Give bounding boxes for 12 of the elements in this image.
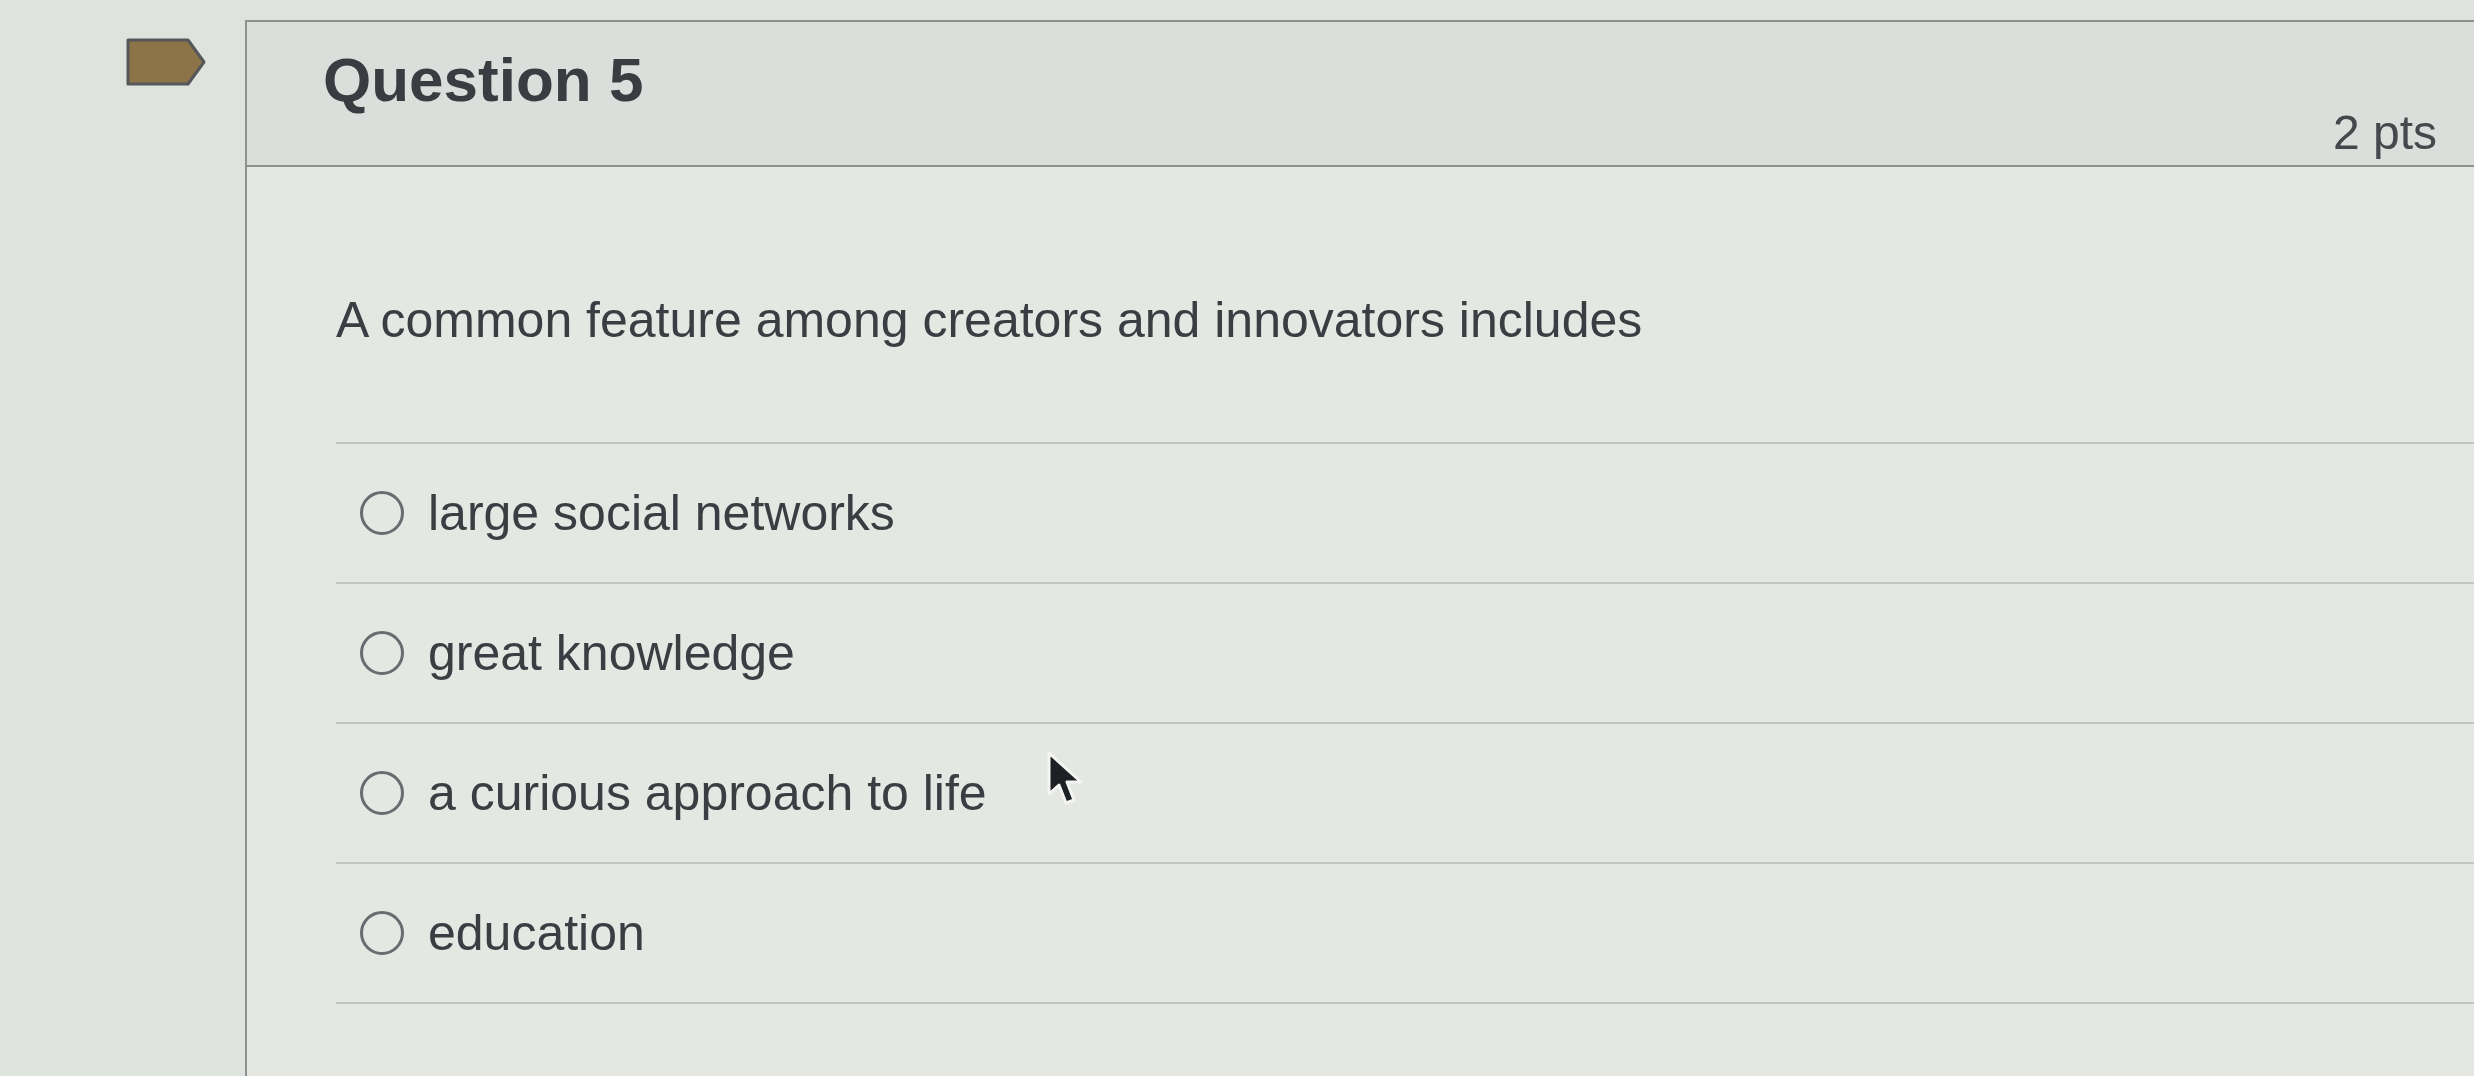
question-text: A common feature among creators and innovators includes [336, 291, 1644, 350]
points-label: 2 pts [2332, 105, 2437, 162]
radio-button[interactable] [360, 911, 404, 955]
option-label[interactable]: a curious approach to life [428, 763, 987, 823]
flag-icon [126, 38, 206, 86]
option-label[interactable]: large social networks [428, 483, 895, 543]
option-label[interactable]: education [428, 903, 645, 963]
option-label[interactable]: great knowledge [428, 623, 795, 683]
radio-button[interactable] [360, 631, 404, 675]
radio-button[interactable] [360, 771, 404, 815]
radio-button[interactable] [360, 491, 404, 535]
question-title: Question 5 [323, 44, 644, 116]
